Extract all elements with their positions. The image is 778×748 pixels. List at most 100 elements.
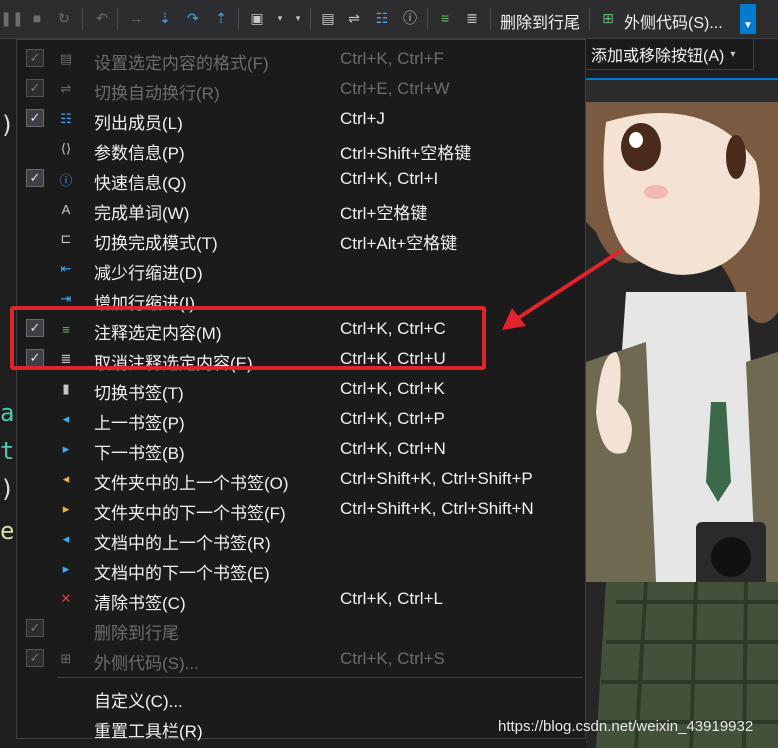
clear-bookmarks-icon: ✕ bbox=[60, 591, 72, 606]
toolbar-separator bbox=[310, 8, 311, 30]
quick-info-icon[interactable]: ⓘ bbox=[400, 8, 420, 28]
menu-item[interactable]: ▸ 文件夹中的下一个书签(F) Ctrl+Shift+K, Ctrl+Shift+N bbox=[17, 494, 585, 524]
uncomment-icon[interactable]: ≣ bbox=[462, 8, 482, 28]
code-fragment: e bbox=[0, 517, 15, 545]
comment-icon[interactable]: ≡ bbox=[435, 8, 455, 28]
menu-item-shortcut: Ctrl+K, Ctrl+K bbox=[340, 379, 445, 398]
menu-item[interactable]: ◂ 文档中的上一个书签(R) bbox=[17, 524, 585, 554]
menu-item-label: 删除到行尾 bbox=[94, 624, 179, 643]
document-next-bookmark-icon: ▸ bbox=[62, 561, 70, 576]
menu-item[interactable]: ◂ 上一书签(P) Ctrl+K, Ctrl+P bbox=[17, 404, 585, 434]
menu-item[interactable]: ✕ 清除书签(C) Ctrl+K, Ctrl+L bbox=[17, 584, 585, 614]
menu-item[interactable]: A 完成单词(W) Ctrl+空格键 bbox=[17, 194, 585, 224]
menu-item-shortcut: Ctrl+Alt+空格键 bbox=[340, 234, 458, 253]
menu-item[interactable]: ▮ 切换书签(T) Ctrl+K, Ctrl+K bbox=[17, 374, 585, 404]
code-fragment: a bbox=[0, 399, 15, 427]
menu-item-shortcut: Ctrl+K, Ctrl+L bbox=[340, 589, 443, 608]
menu-item[interactable]: ◂ 文件夹中的上一个书签(O) Ctrl+Shift+K, Ctrl+Shift+P bbox=[17, 464, 585, 494]
add-remove-buttons-item[interactable]: 添加或移除按钮(A) ▾ bbox=[582, 38, 754, 70]
toolbar-options-button[interactable]: ▼ bbox=[740, 4, 756, 34]
diagnostics-dropdown-icon[interactable]: ▾ bbox=[270, 8, 290, 28]
undo-icon[interactable]: ↶ bbox=[92, 8, 112, 28]
chevron-down-icon: ▾ bbox=[730, 48, 736, 60]
menu-item[interactable]: ✓ ⓘ 快速信息(Q) Ctrl+K, Ctrl+I bbox=[17, 164, 585, 194]
menu-item[interactable]: ✓ ⇌ 切换自动换行(R) Ctrl+E, Ctrl+W bbox=[17, 74, 585, 104]
menu-item[interactable]: ▸ 下一书签(B) Ctrl+K, Ctrl+N bbox=[17, 434, 585, 464]
surround-with-icon: ⊞ bbox=[60, 651, 72, 666]
list-members-icon: ☷ bbox=[60, 111, 72, 126]
code-fragment: ) bbox=[0, 475, 15, 503]
toolbar-separator bbox=[238, 8, 239, 30]
menu-item-shortcut: Ctrl+Shift+空格键 bbox=[340, 144, 472, 163]
menu-item-label: 文档中的上一个书签(R) bbox=[94, 534, 271, 553]
toolbar-overflow-icon[interactable]: ▾ bbox=[288, 8, 308, 28]
checkbox[interactable]: ✓ bbox=[26, 169, 44, 187]
menu-item[interactable]: ✓ ▤ 设置选定内容的格式(F) Ctrl+K, Ctrl+F bbox=[17, 44, 585, 74]
checkbox[interactable]: ✓ bbox=[26, 109, 44, 127]
checkbox[interactable]: ✓ bbox=[26, 49, 44, 67]
menu-item-label: 上一书签(P) bbox=[94, 414, 185, 433]
delete-to-eol-icon bbox=[57, 620, 75, 638]
pause-icon[interactable]: ❚❚ bbox=[0, 8, 23, 28]
restart-icon[interactable]: ↻ bbox=[54, 8, 74, 28]
checkbox[interactable]: ✓ bbox=[26, 619, 44, 637]
add-remove-buttons-label: 添加或移除按钮(A) bbox=[591, 48, 725, 65]
menu-item-label: 清除书签(C) bbox=[94, 594, 186, 613]
list-members-icon[interactable]: ☷ bbox=[372, 8, 392, 28]
menu-item-shortcut: Ctrl+K, Ctrl+N bbox=[340, 439, 446, 458]
parameter-info-icon: ⟨⟩ bbox=[60, 141, 72, 156]
checkbox[interactable]: ✓ bbox=[26, 649, 44, 667]
format-selection-icon: ▤ bbox=[59, 51, 73, 66]
complete-word-icon: A bbox=[61, 201, 71, 217]
customize-menu-item[interactable]: 自定义(C)... bbox=[17, 682, 585, 712]
menu-item-label: 参数信息(P) bbox=[94, 144, 185, 163]
menu-item-label: 切换完成模式(T) bbox=[94, 234, 218, 253]
toolbar-separator bbox=[427, 8, 428, 30]
stop-icon[interactable]: ■ bbox=[27, 8, 47, 28]
menu-item-shortcut: Ctrl+Shift+K, Ctrl+Shift+N bbox=[340, 499, 534, 518]
document-previous-bookmark-icon: ◂ bbox=[62, 531, 70, 546]
checkbox[interactable]: ✓ bbox=[26, 79, 44, 97]
word-wrap-icon[interactable]: ⇌ bbox=[344, 8, 364, 28]
menu-item-label: 设置选定内容的格式(F) bbox=[94, 54, 269, 73]
menu-item[interactable]: ✓ 删除到行尾 bbox=[17, 614, 585, 644]
menu-item-shortcut: Ctrl+K, Ctrl+S bbox=[340, 649, 445, 668]
menu-item-shortcut: Ctrl+空格键 bbox=[340, 204, 428, 223]
menu-item-label: 自定义(C)... bbox=[94, 692, 183, 711]
folder-previous-bookmark-icon: ◂ bbox=[62, 471, 70, 486]
delete-to-eol-button[interactable]: 删除到行尾 bbox=[500, 9, 580, 33]
step-over-icon[interactable]: ↷ bbox=[183, 8, 203, 28]
menu-item-shortcut: Ctrl+J bbox=[340, 109, 385, 128]
menu-separator bbox=[57, 677, 583, 678]
menu-item[interactable]: ✓ ☷ 列出成员(L) Ctrl+J bbox=[17, 104, 585, 134]
menu-item[interactable]: ⟨⟩ 参数信息(P) Ctrl+Shift+空格键 bbox=[17, 134, 585, 164]
menu-item[interactable]: ▸ 文档中的下一个书签(E) bbox=[17, 554, 585, 584]
menu-item-label: 下一书签(B) bbox=[94, 444, 185, 463]
diagnostics-icon[interactable]: ▣ bbox=[247, 8, 267, 28]
toolbar-separator bbox=[490, 8, 491, 30]
dropdown-arrow-icon: ▼ bbox=[743, 20, 753, 31]
surround-with-button[interactable]: 外侧代码(S)... bbox=[624, 9, 723, 33]
menu-item-label: 列出成员(L) bbox=[94, 114, 183, 133]
code-editor[interactable]: ) a t ) e bbox=[0, 39, 16, 748]
menu-item-label: 外侧代码(S)... bbox=[94, 654, 199, 673]
menu-item-label: 文件夹中的下一个书签(F) bbox=[94, 504, 286, 523]
step-into-icon[interactable]: ⇣ bbox=[155, 8, 175, 28]
toolbar-separator bbox=[589, 8, 590, 30]
menu-item-shortcut: Ctrl+Shift+K, Ctrl+Shift+P bbox=[340, 469, 533, 488]
menu-item[interactable]: ✓ ⊞ 外侧代码(S)... Ctrl+K, Ctrl+S bbox=[17, 644, 585, 674]
format-selection-icon[interactable]: ▤ bbox=[318, 8, 338, 28]
toolbar-customize-menu: ✓ ▤ 设置选定内容的格式(F) Ctrl+K, Ctrl+F ✓ ⇌ 切换自动换行(R) C… bbox=[16, 39, 586, 741]
step-out-icon[interactable]: ⇡ bbox=[211, 8, 231, 28]
menu-item-label: 重置工具栏(R) bbox=[94, 722, 203, 741]
menu-item-shortcut: Ctrl+K, Ctrl+I bbox=[340, 169, 439, 188]
bookmark-icon: ▮ bbox=[62, 381, 70, 396]
annotation-highlight-box bbox=[10, 306, 486, 370]
decrease-indent-icon: ⇤ bbox=[60, 261, 72, 276]
background-artwork bbox=[586, 102, 778, 748]
menu-item-shortcut: Ctrl+K, Ctrl+F bbox=[340, 49, 444, 68]
show-next-statement-icon[interactable]: → bbox=[126, 8, 146, 28]
menu-item-label: 文档中的下一个书签(E) bbox=[94, 564, 270, 583]
menu-item-shortcut: Ctrl+E, Ctrl+W bbox=[340, 79, 450, 98]
menu-item-label: 文件夹中的上一个书签(O) bbox=[94, 474, 289, 493]
